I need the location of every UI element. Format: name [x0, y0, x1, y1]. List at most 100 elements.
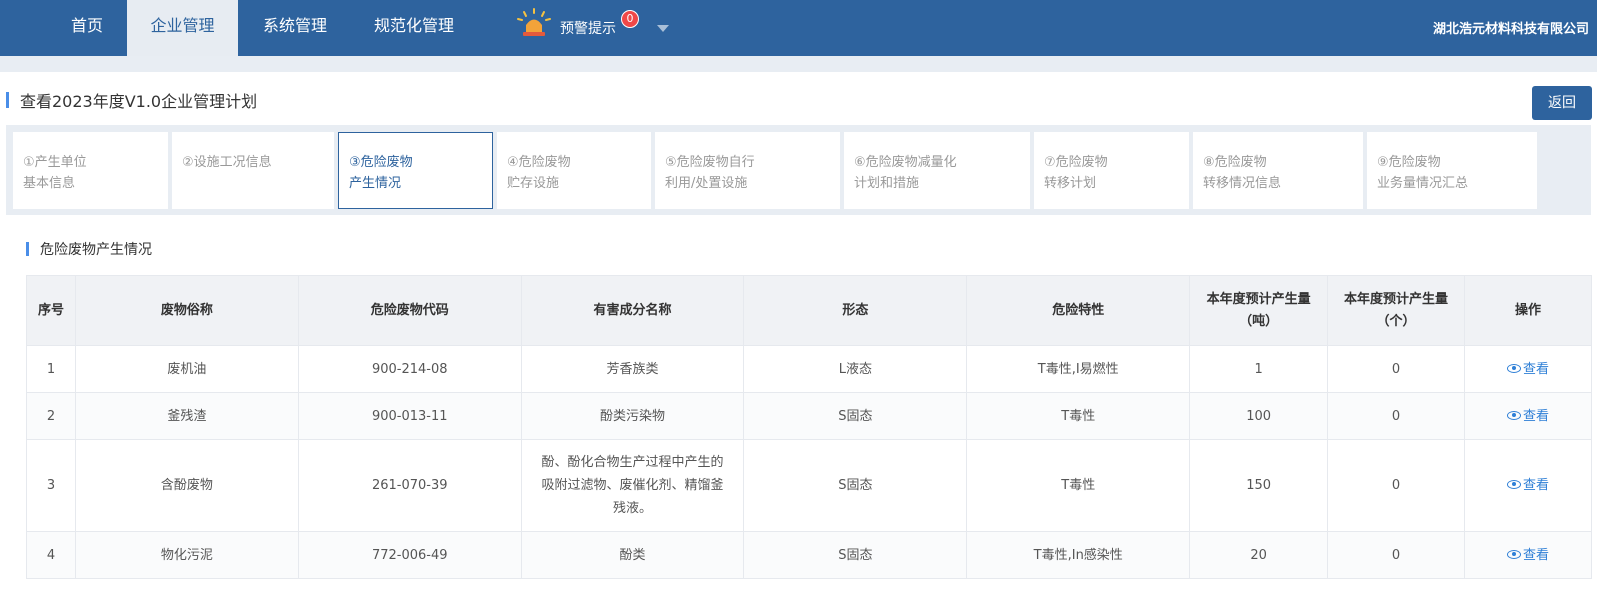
cell-code: 261-070-39: [297, 439, 522, 532]
view-link[interactable]: 查看: [1506, 548, 1549, 563]
component-line: 酚、酚化合物生产过程中产生的: [541, 455, 724, 470]
component-line: 酚类: [619, 547, 646, 563]
header-label: 序号: [37, 302, 64, 318]
header-label: 本年度预计产生量: [1206, 291, 1311, 307]
cell-tons: 1: [1189, 345, 1329, 393]
cell-count: 0: [1327, 439, 1465, 532]
step-tab-6[interactable]: ⑥危险废物减量化 计划和措施: [844, 132, 1030, 209]
cell-action: 查看: [1464, 439, 1592, 532]
cell-count: 0: [1327, 345, 1465, 393]
view-label: 查看: [1522, 408, 1549, 424]
cell-code: 900-013-11: [297, 392, 522, 440]
top-nav-bar: 首页 企业管理 系统管理 规范化管理 预警提示 0 湖北浩元材料科技有限公司: [0, 0, 1597, 56]
nav-item-enterprise-management[interactable]: 企业管理: [127, 0, 238, 56]
cell-form: S固态: [743, 531, 968, 579]
nav-item-home[interactable]: 首页: [52, 0, 122, 56]
step-tab-sublabel: 业务量情况汇总: [1377, 176, 1469, 191]
cell-code: 900-214-08: [297, 345, 522, 393]
view-link[interactable]: 查看: [1506, 408, 1549, 424]
step-tab-sublabel: 转移计划: [1044, 176, 1097, 191]
cell-hazard: T毒性: [966, 439, 1191, 532]
cell-component: 酚、酚化合物生产过程中产生的 吸附过滤物、废催化剂、精馏釜 残液。: [520, 439, 745, 532]
header-unit: （吨）: [1239, 313, 1279, 329]
table-row: 4 物化污泥 772-006-49 酚类 S固态 T毒性,In感染性 20 0 …: [26, 531, 1592, 579]
header-name: 废物俗称: [74, 275, 299, 346]
step-tab-label: ⑦危险废物: [1044, 155, 1108, 170]
alarm-count-badge: 0: [621, 10, 639, 28]
cell-no: 4: [26, 531, 76, 579]
header-form: 形态: [743, 275, 968, 346]
header-label: 有害成分名称: [593, 302, 672, 318]
component-line: 酚类污染物: [600, 408, 666, 424]
company-name: 湖北浩元材料科技有限公司: [1432, 22, 1589, 37]
page-title: 查看2023年度V1.0企业管理计划: [20, 92, 258, 111]
step-tab-2[interactable]: ②设施工况信息: [172, 132, 334, 209]
step-tab-sublabel: 产生情况: [349, 176, 402, 191]
step-tab-7[interactable]: ⑦危险废物 转移计划: [1034, 132, 1189, 209]
step-tab-label: ⑤危险废物自行: [665, 155, 755, 170]
cell-tons: 100: [1189, 392, 1329, 440]
step-tab-4[interactable]: ④危险废物 贮存设施: [497, 132, 651, 209]
view-link[interactable]: 查看: [1506, 478, 1549, 493]
header-component: 有害成分名称: [520, 275, 745, 346]
cell-form: S固态: [743, 439, 968, 532]
cell-name: 釜残渣: [74, 392, 299, 440]
step-tab-label: ⑨危险废物: [1377, 155, 1441, 170]
alarm-label: 预警提示: [560, 21, 616, 37]
header-action: 操作: [1464, 275, 1592, 346]
cell-tons: 150: [1189, 439, 1329, 532]
step-tab-5[interactable]: ⑤危险废物自行 利用/处置设施: [655, 132, 840, 209]
eye-icon: [1506, 480, 1521, 489]
cell-hazard: T毒性,In感染性: [966, 531, 1191, 579]
step-tab-label: ②设施工况信息: [182, 155, 272, 170]
view-link[interactable]: 查看: [1506, 361, 1549, 377]
step-tab-1[interactable]: ①产生单位 基本信息: [13, 132, 168, 209]
table-row: 3 含酚废物 261-070-39 酚、酚化合物生产过程中产生的 吸附过滤物、废…: [26, 439, 1592, 532]
cell-name: 含酚废物: [74, 439, 299, 532]
step-tab-label: ④危险废物: [507, 155, 571, 170]
cell-action: 查看: [1464, 345, 1592, 393]
header-label: 危险特性: [1052, 302, 1105, 318]
cell-name: 废机油: [74, 345, 299, 393]
alarm-menu[interactable]: 预警提示 0: [516, 0, 676, 56]
cell-code: 772-006-49: [297, 531, 522, 579]
table-header-row: 序号 废物俗称 危险废物代码 有害成分名称 形态 危险特性 本年度预计产生量 （吨…: [26, 275, 1592, 346]
step-tabs: ①产生单位 基本信息 ②设施工况信息 ③危险废物 产生情况 ④危险废物 贮存设施…: [6, 125, 1591, 215]
header-label: 废物俗称: [160, 302, 213, 318]
step-tab-sublabel: 利用/处置设施: [665, 176, 748, 191]
nav-item-system-management[interactable]: 系统管理: [250, 0, 340, 56]
cell-action: 查看: [1464, 531, 1592, 579]
cell-hazard: T毒性,I易燃性: [966, 345, 1191, 393]
section-title: 危险废物产生情况: [40, 242, 152, 258]
table-row: 2 釜残渣 900-013-11 酚类污染物 S固态 T毒性 100 0 查看: [26, 392, 1592, 440]
step-tab-3[interactable]: ③危险废物 产生情况: [338, 132, 493, 209]
cell-count: 0: [1327, 531, 1465, 579]
siren-icon: [517, 8, 551, 36]
step-tab-8[interactable]: ⑧危险废物 转移情况信息: [1193, 132, 1363, 209]
step-tab-sublabel: 计划和措施: [854, 176, 920, 191]
waste-table: 序号 废物俗称 危险废物代码 有害成分名称 形态 危险特性 本年度预计产生量 （吨…: [26, 275, 1592, 579]
header-unit: （个）: [1376, 313, 1416, 329]
view-label: 查看: [1522, 478, 1549, 493]
header-hazard: 危险特性: [966, 275, 1191, 346]
component-line: 芳香族类: [606, 361, 659, 377]
step-tab-9[interactable]: ⑨危险废物 业务量情况汇总: [1367, 132, 1537, 209]
view-label: 查看: [1522, 361, 1549, 377]
nav-item-standardization-management[interactable]: 规范化管理: [360, 0, 468, 56]
eye-icon: [1506, 363, 1521, 373]
cell-component: 酚类污染物: [520, 392, 745, 440]
cell-form: L液态: [743, 345, 968, 393]
cell-component: 酚类: [520, 531, 745, 579]
cell-no: 1: [26, 345, 76, 393]
chevron-down-icon[interactable]: [657, 25, 669, 32]
step-tab-label: ⑥危险废物减量化: [854, 155, 957, 170]
main-panel: 查看2023年度V1.0企业管理计划 返回 ①产生单位 基本信息 ②设施工况信息…: [0, 72, 1597, 608]
eye-icon: [1506, 549, 1521, 559]
back-button[interactable]: 返回: [1532, 86, 1592, 120]
cell-hazard: T毒性: [966, 392, 1191, 440]
header-label: 形态: [842, 302, 869, 318]
cell-name: 物化污泥: [74, 531, 299, 579]
header-label: 操作: [1514, 302, 1541, 318]
cell-no: 3: [26, 439, 76, 532]
cell-tons: 20: [1189, 531, 1329, 579]
